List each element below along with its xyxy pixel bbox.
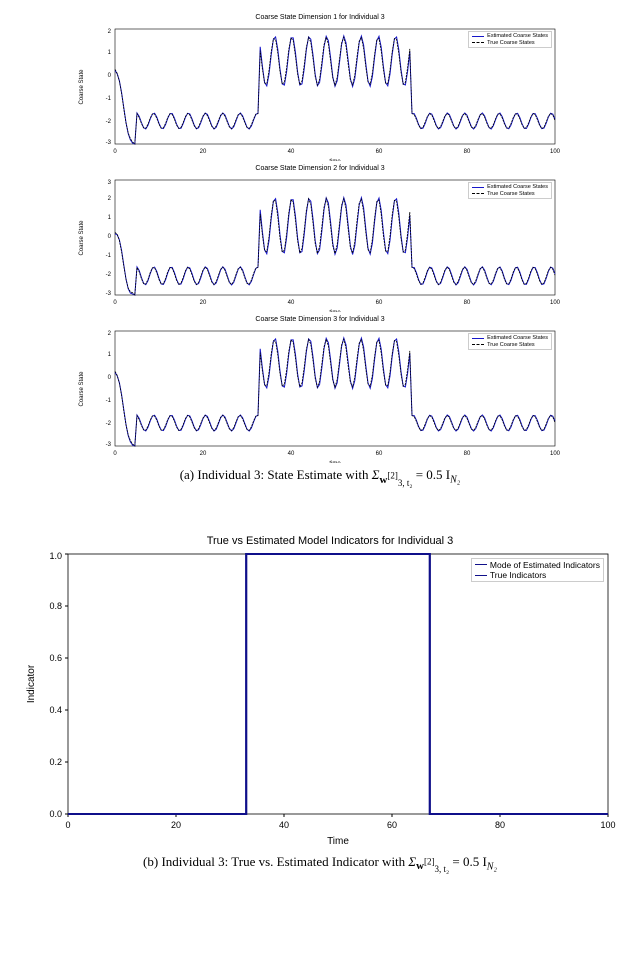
- svg-text:0: 0: [108, 375, 112, 381]
- svg-text:20: 20: [171, 820, 181, 830]
- svg-text:2: 2: [108, 331, 112, 337]
- caption-b: (b) Individual 3: True vs. Estimated Ind…: [10, 854, 630, 875]
- plot-title-1: Coarse State Dimension 1 for Individual …: [70, 14, 570, 21]
- svg-text:40: 40: [288, 300, 295, 306]
- svg-text:60: 60: [376, 149, 383, 155]
- svg-text:80: 80: [464, 300, 471, 306]
- svg-text:20: 20: [200, 149, 207, 155]
- svg-text:Coarse State: Coarse State: [79, 69, 85, 105]
- svg-text:1: 1: [108, 50, 112, 56]
- svg-text:100: 100: [600, 820, 615, 830]
- svg-text:Indicator: Indicator: [26, 664, 37, 703]
- svg-text:-2: -2: [106, 119, 112, 125]
- svg-text:2: 2: [108, 196, 112, 202]
- svg-text:1: 1: [108, 215, 112, 221]
- svg-text:80: 80: [464, 451, 471, 457]
- subplot-2: Coarse State Dimension 2 for Individual …: [70, 165, 570, 312]
- svg-text:1.0: 1.0: [49, 551, 62, 561]
- svg-text:Coarse State: Coarse State: [79, 220, 85, 256]
- svg-text:Coarse State: Coarse State: [79, 371, 85, 407]
- svg-text:0.0: 0.0: [49, 809, 62, 819]
- svg-text:20: 20: [200, 451, 207, 457]
- plot-title-2: Coarse State Dimension 2 for Individual …: [70, 165, 570, 172]
- svg-text:40: 40: [279, 820, 289, 830]
- svg-text:60: 60: [387, 820, 397, 830]
- svg-text:-3: -3: [106, 140, 112, 146]
- svg-text:80: 80: [495, 820, 505, 830]
- caption-a: (a) Individual 3: State Estimate with Σw…: [10, 467, 630, 488]
- svg-text:100: 100: [550, 300, 561, 306]
- svg-text:0.6: 0.6: [49, 653, 62, 663]
- svg-text:40: 40: [288, 149, 295, 155]
- svg-text:True vs Estimated Model Indica: True vs Estimated Model Indicators for I…: [207, 535, 454, 547]
- svg-text:0.4: 0.4: [49, 705, 62, 715]
- legend-2: Estimated Coarse States True Coarse Stat…: [468, 182, 552, 199]
- svg-text:time: time: [329, 310, 341, 312]
- svg-text:time: time: [329, 159, 341, 161]
- plot-title-3: Coarse State Dimension 3 for Individual …: [70, 316, 570, 323]
- svg-text:-2: -2: [106, 421, 112, 427]
- svg-text:0: 0: [113, 149, 117, 155]
- svg-text:-2: -2: [106, 272, 112, 278]
- figure-a: Coarse State Dimension 1 for Individual …: [10, 14, 630, 488]
- subplot-3: Coarse State Dimension 3 for Individual …: [70, 316, 570, 463]
- svg-text:0: 0: [113, 300, 117, 306]
- svg-text:20: 20: [200, 300, 207, 306]
- svg-text:-3: -3: [106, 442, 112, 448]
- svg-text:2: 2: [108, 29, 112, 35]
- svg-text:0: 0: [113, 451, 117, 457]
- svg-text:0: 0: [108, 234, 112, 240]
- subplot-1: Coarse State Dimension 1 for Individual …: [70, 14, 570, 161]
- legend-3: Estimated Coarse States True Coarse Stat…: [468, 333, 552, 350]
- svg-text:-1: -1: [106, 398, 112, 404]
- svg-text:60: 60: [376, 451, 383, 457]
- subplot-b: True vs Estimated Model Indicators for I…: [20, 530, 620, 850]
- svg-text:time: time: [329, 461, 341, 463]
- svg-text:-3: -3: [106, 291, 112, 297]
- svg-text:100: 100: [550, 451, 561, 457]
- svg-text:0.8: 0.8: [49, 601, 62, 611]
- legend-b: Mode of Estimated Indicators True Indica…: [471, 558, 604, 582]
- legend-1: Estimated Coarse States True Coarse Stat…: [468, 31, 552, 48]
- svg-text:100: 100: [550, 149, 561, 155]
- svg-text:80: 80: [464, 149, 471, 155]
- svg-text:3: 3: [108, 180, 112, 186]
- figure-b: True vs Estimated Model Indicators for I…: [10, 530, 630, 875]
- svg-text:-1: -1: [106, 253, 112, 259]
- svg-text:60: 60: [376, 300, 383, 306]
- svg-text:0.2: 0.2: [49, 757, 62, 767]
- svg-text:0: 0: [108, 73, 112, 79]
- svg-text:40: 40: [288, 451, 295, 457]
- svg-text:1: 1: [108, 352, 112, 358]
- svg-text:-1: -1: [106, 96, 112, 102]
- svg-text:0: 0: [65, 820, 70, 830]
- svg-text:Time: Time: [327, 836, 349, 847]
